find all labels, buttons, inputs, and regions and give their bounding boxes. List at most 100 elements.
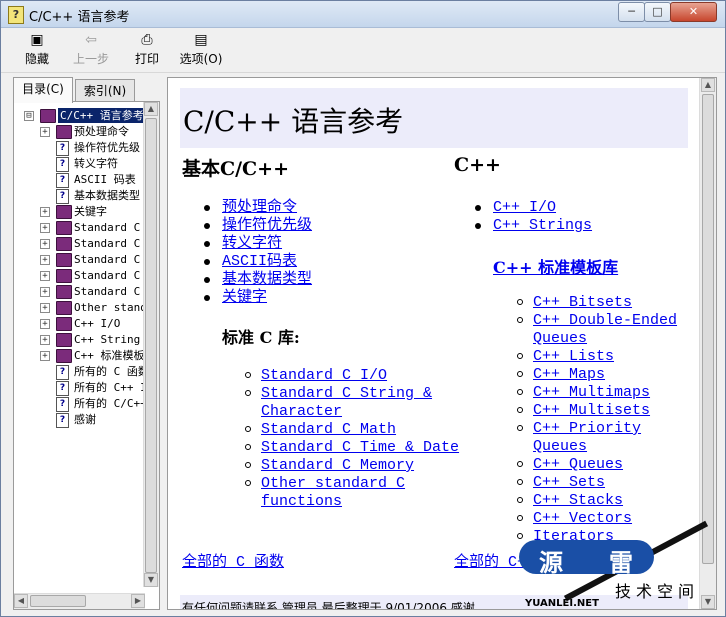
topic-link[interactable]: C++ I/O — [475, 199, 643, 217]
tree-item[interactable]: ? 所有的 C 函数 — [14, 364, 146, 380]
topic-link[interactable]: C++ Lists — [517, 348, 703, 366]
topic-link[interactable]: C++ Sets — [517, 474, 703, 492]
tab-contents[interactable]: 目录(C) — [13, 77, 73, 103]
expand-toggle-icon[interactable]: + — [40, 271, 50, 281]
topic-link[interactable]: ASCII码表 — [204, 253, 422, 271]
tree-item[interactable]: ? 所有的 C++ I — [14, 380, 146, 396]
book-icon — [56, 301, 72, 315]
topic-link[interactable]: 基本数据类型 — [204, 271, 422, 289]
expand-toggle-icon[interactable]: ⊟ — [24, 111, 34, 121]
tree-item-label: Standard C M — [74, 253, 146, 266]
topic-scroll-thumb[interactable] — [702, 94, 714, 564]
title-bar[interactable]: ? C/C++ 语言参考 ─ □ ✕ — [1, 1, 725, 28]
logo-subtitle: 技术空间 — [615, 582, 700, 601]
expand-toggle-icon[interactable]: + — [40, 287, 50, 297]
tree-item[interactable]: + 关键字 — [14, 204, 146, 220]
tree-item[interactable]: ? 操作符优先级 — [14, 140, 146, 156]
expand-toggle-icon[interactable]: + — [40, 223, 50, 233]
topic-link[interactable]: Standard C Memory — [245, 457, 461, 475]
tree-item[interactable]: ? 感谢 — [14, 412, 146, 428]
help-page-icon: ? — [56, 381, 69, 396]
hide-button[interactable]: ▣ 隐藏 — [21, 32, 53, 67]
topic-link[interactable]: C++ Bitsets — [517, 294, 703, 312]
topic-link[interactable]: Standard C Math — [245, 421, 461, 439]
tree-item[interactable]: ⊟ C/C++ 语言参考 — [14, 108, 146, 124]
tree-item-label: 所有的 C 函数 — [74, 365, 146, 378]
tree-item-label: C++ I/O — [74, 317, 121, 330]
topic-scroll-up-icon[interactable]: ▲ — [701, 78, 715, 92]
tree-vertical-scrollbar[interactable]: ▲ ▼ — [143, 102, 159, 587]
pane-splitter[interactable] — [161, 77, 166, 610]
maximize-button[interactable]: □ — [644, 2, 671, 22]
topic-link[interactable]: C++ Priority Queues — [517, 420, 703, 456]
scroll-down-icon[interactable]: ▼ — [144, 573, 158, 587]
topic-link[interactable]: C++ Multimaps — [517, 384, 703, 402]
basic-heading: 基本C/C++ — [182, 158, 290, 180]
scroll-right-icon[interactable]: ▶ — [131, 594, 145, 608]
topic-link[interactable]: 操作符优先级 — [204, 217, 422, 235]
expand-toggle-icon[interactable]: + — [40, 351, 50, 361]
tree-item[interactable]: + Standard C M — [14, 284, 146, 300]
topic-link[interactable]: C++ Stacks — [517, 492, 703, 510]
book-icon — [56, 237, 72, 251]
tree-item[interactable]: + Standard C T — [14, 268, 146, 284]
scroll-left-icon[interactable]: ◀ — [14, 594, 28, 608]
topic-link-text: Queues — [533, 330, 588, 347]
expand-toggle-icon[interactable]: + — [40, 303, 50, 313]
topic-link[interactable]: Other standard Cfunctions — [245, 475, 461, 511]
topic-link[interactable]: Standard C String & Character — [245, 385, 461, 421]
tree-horizontal-scrollbar[interactable]: ◀ ▶ — [14, 593, 145, 609]
navigation-pane: 目录(C) 索引(N) ⊟ C/C++ 语言参考 + 预处理命令? 操作符优先级? 转义字… — [13, 77, 160, 610]
tree-item[interactable]: ? 所有的 C/C++ — [14, 396, 146, 412]
topic-link-text: Standard C Math — [261, 421, 397, 438]
tree-item[interactable]: + C++ I/O — [14, 316, 146, 332]
topic-link[interactable]: 关键字 — [204, 289, 422, 307]
tree-item-label: C/C++ 语言参考 — [58, 108, 146, 123]
tab-index[interactable]: 索引(N) — [75, 79, 135, 102]
toolbar: ▣ 隐藏 ⇦ 上一步 ⎙ 打印 ▤ 选项(O) — [1, 28, 725, 73]
expand-toggle-icon[interactable]: + — [40, 319, 50, 329]
tree-hscroll-thumb[interactable] — [30, 595, 86, 607]
help-page-icon: ? — [56, 157, 69, 172]
topic-link[interactable]: 转义字符 — [204, 235, 422, 253]
close-button[interactable]: ✕ — [670, 2, 717, 22]
tree-item[interactable]: + Other standa — [14, 300, 146, 316]
topic-link[interactable]: Standard C Time & Date — [245, 439, 461, 457]
topic-link[interactable]: C++ Queues — [517, 456, 703, 474]
tree-item[interactable]: + C++ String — [14, 332, 146, 348]
topic-link[interactable]: Standard C I/O — [245, 367, 461, 385]
options-button[interactable]: ▤ 选项(O) — [177, 32, 225, 67]
topic-link-text: C++ Stacks — [533, 492, 624, 509]
topic-link[interactable]: 预处理命令 — [204, 199, 422, 217]
all-c-functions-link[interactable]: 全部的 C 函数 — [182, 550, 284, 571]
topic-link[interactable]: C++ Double-Ended Queues — [517, 312, 703, 348]
basic-links-list: 预处理命令 操作符优先级 转义字符 ASCII码表 基本数据类型 关键字 — [204, 199, 422, 307]
tree-item[interactable]: ? 基本数据类型 — [14, 188, 146, 204]
tree-item[interactable]: ? ASCII 码表 — [14, 172, 146, 188]
tree-item-label: 所有的 C++ I — [74, 381, 146, 394]
tree-item-label: C++ String — [74, 333, 141, 346]
tree-item[interactable]: + Standard C M — [14, 252, 146, 268]
expand-toggle-icon[interactable]: + — [40, 239, 50, 249]
topic-link[interactable]: C++ Maps — [517, 366, 703, 384]
minimize-button[interactable]: ─ — [618, 2, 645, 22]
back-button[interactable]: ⇦ 上一步 — [70, 32, 112, 67]
tree-item[interactable]: + Standard C S — [14, 236, 146, 252]
tree-scroll-thumb[interactable] — [145, 118, 157, 573]
expand-toggle-icon[interactable]: + — [40, 255, 50, 265]
tree-item-label: C++ 标准模板 — [74, 349, 145, 362]
tree-item[interactable]: + Standard C I — [14, 220, 146, 236]
topic-link[interactable]: C++ Multisets — [517, 402, 703, 420]
tree-item[interactable]: + 预处理命令 — [14, 124, 146, 140]
stl-heading-link[interactable]: C++ 标准模板库 — [493, 254, 618, 278]
expand-toggle-icon[interactable]: + — [40, 127, 50, 137]
expand-toggle-icon[interactable]: + — [40, 207, 50, 217]
window-title: C/C++ 语言参考 — [29, 10, 130, 25]
tree-item-label: ASCII 码表 — [74, 173, 136, 186]
print-button[interactable]: ⎙ 打印 — [131, 32, 163, 67]
topic-link[interactable]: C++ Strings — [475, 217, 643, 235]
tree-item[interactable]: ? 转义字符 — [14, 156, 146, 172]
expand-toggle-icon[interactable]: + — [40, 335, 50, 345]
scroll-up-icon[interactable]: ▲ — [144, 102, 158, 116]
tree-item[interactable]: + C++ 标准模板 — [14, 348, 146, 364]
